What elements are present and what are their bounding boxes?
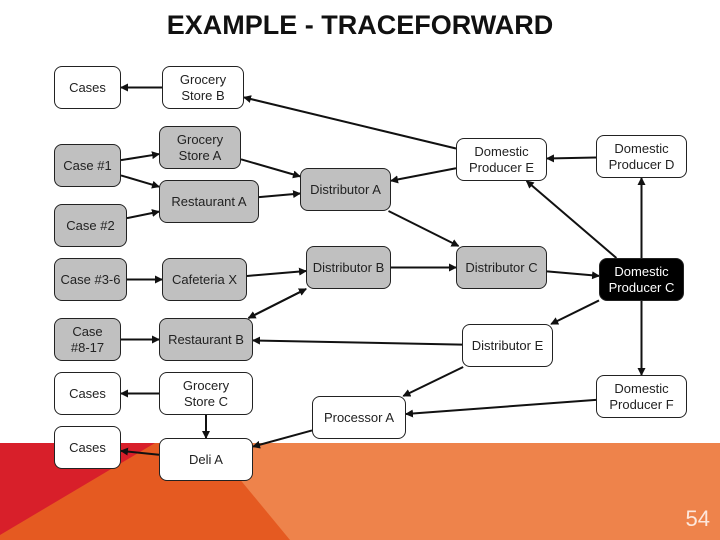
node-grocery-store-b[interactable]: Grocery Store B (162, 66, 244, 109)
node-label: Grocery Store B (179, 71, 227, 103)
node-cafeteria-x[interactable]: Cafeteria X (162, 258, 247, 301)
node-label: Distributor E (471, 337, 544, 353)
edge-deli_a-to-cases_bottom (120, 447, 160, 456)
edge-distributor_e-to-processor_a (402, 366, 464, 397)
node-label: Cases (69, 385, 106, 401)
node-label: Case #8-17 (70, 323, 105, 355)
node-restaurant-a[interactable]: Restaurant A (159, 180, 259, 223)
node-label: Cases (69, 439, 106, 455)
node-label: Deli A (189, 451, 223, 467)
node-label: Cafeteria X (171, 271, 238, 287)
node-label: Case #1 (63, 157, 112, 173)
edge-producer_e-to-grocery_b (243, 95, 457, 150)
node-label: Domestic Producer D (608, 140, 675, 172)
node-grocery-store-c[interactable]: Grocery Store C (159, 372, 253, 415)
node-cases-top[interactable]: Cases (54, 66, 121, 109)
page-number: 54 (685, 506, 710, 531)
edge-distributor_e-to-restaurant_b (252, 336, 463, 346)
edge-distributor_a-to-distributor_c (388, 210, 460, 247)
node-label: Restaurant B (168, 331, 244, 347)
node-distributor-a[interactable]: Distributor A (300, 168, 391, 211)
edge-case1-to-restaurant_a (120, 174, 160, 189)
node-label: Grocery Store A (176, 131, 224, 163)
edge-restaurant_a-to-distributor_a (258, 190, 301, 199)
node-label: Grocery Store C (182, 377, 230, 409)
node-distributor-b[interactable]: Distributor B (306, 246, 391, 289)
node-deli-a[interactable]: Deli A (159, 438, 253, 481)
node-distributor-c[interactable]: Distributor C (456, 246, 547, 289)
node-grocery-store-a[interactable]: Grocery Store A (159, 126, 241, 169)
edge-distributor_c-to-producer_c (546, 270, 600, 280)
node-label: Domestic Producer C (608, 263, 675, 295)
node-domestic-producer-e[interactable]: Domestic Producer E (456, 138, 547, 181)
edge-distributor_b-to-restaurant_b (247, 288, 307, 319)
node-restaurant-b[interactable]: Restaurant B (159, 318, 253, 361)
edge-producer_e-to-distributor_a (390, 167, 457, 184)
edge-processor_a-to-deli_a (252, 429, 313, 449)
node-case-8-17[interactable]: Case #8-17 (54, 318, 121, 361)
edge-case2-to-restaurant_a (126, 209, 160, 220)
node-label: Distributor A (310, 181, 381, 197)
node-domestic-producer-d[interactable]: Domestic Producer D (596, 135, 687, 178)
node-label: Processor A (323, 409, 395, 425)
node-cases-mid[interactable]: Cases (54, 372, 121, 415)
node-case-2[interactable]: Case #2 (54, 204, 127, 247)
node-label: Case #2 (66, 217, 115, 233)
node-label: Domestic Producer F (609, 380, 674, 412)
node-domestic-producer-c[interactable]: Domestic Producer C (599, 258, 684, 301)
node-distributor-e[interactable]: Distributor E (462, 324, 553, 367)
node-case-3-6[interactable]: Case #3-6 (54, 258, 127, 301)
edge-cafeteria_x-to-distributor_b (246, 267, 307, 277)
edge-producer_f-to-processor_a (405, 398, 597, 418)
edge-case1-to-grocery_a (120, 151, 160, 162)
edge-producer_d-to-producer_e (546, 154, 597, 163)
edge-producer_c-to-distributor_e (550, 299, 600, 325)
node-label: Domestic Producer E (468, 143, 535, 175)
node-label: Restaurant A (171, 193, 247, 209)
node-domestic-producer-f[interactable]: Domestic Producer F (596, 375, 687, 418)
node-processor-a[interactable]: Processor A (312, 396, 406, 439)
node-label: Distributor C (465, 259, 538, 275)
node-case-1[interactable]: Case #1 (54, 144, 121, 187)
node-cases-bottom[interactable]: Cases (54, 426, 121, 469)
node-label: Case #3-6 (60, 271, 121, 287)
node-label: Distributor B (312, 259, 385, 275)
edge-grocery_a-to-distributor_a (240, 158, 301, 179)
node-label: Cases (69, 79, 106, 95)
